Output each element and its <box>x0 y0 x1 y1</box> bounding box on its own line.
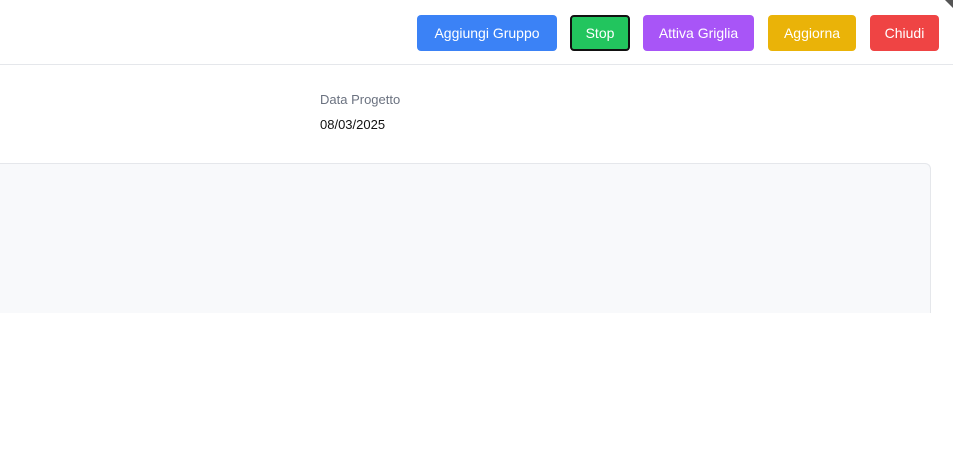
refresh-button[interactable]: Aggiorna <box>768 15 856 51</box>
top-toolbar: Aggiungi Gruppo Stop Attiva Griglia Aggi… <box>0 0 953 65</box>
close-button[interactable]: Chiudi <box>870 15 939 51</box>
window-corner-indicator <box>945 0 953 8</box>
add-group-button[interactable]: Aggiungi Gruppo <box>417 15 557 51</box>
project-date-label: Data Progetto <box>320 92 401 107</box>
content-panel <box>0 163 931 313</box>
toggle-grid-button[interactable]: Attiva Griglia <box>643 15 754 51</box>
project-date-field: Data Progetto 08/03/2025 <box>320 91 400 134</box>
project-date-value: 08/03/2025 <box>320 117 386 132</box>
stop-button[interactable]: Stop <box>570 15 630 51</box>
